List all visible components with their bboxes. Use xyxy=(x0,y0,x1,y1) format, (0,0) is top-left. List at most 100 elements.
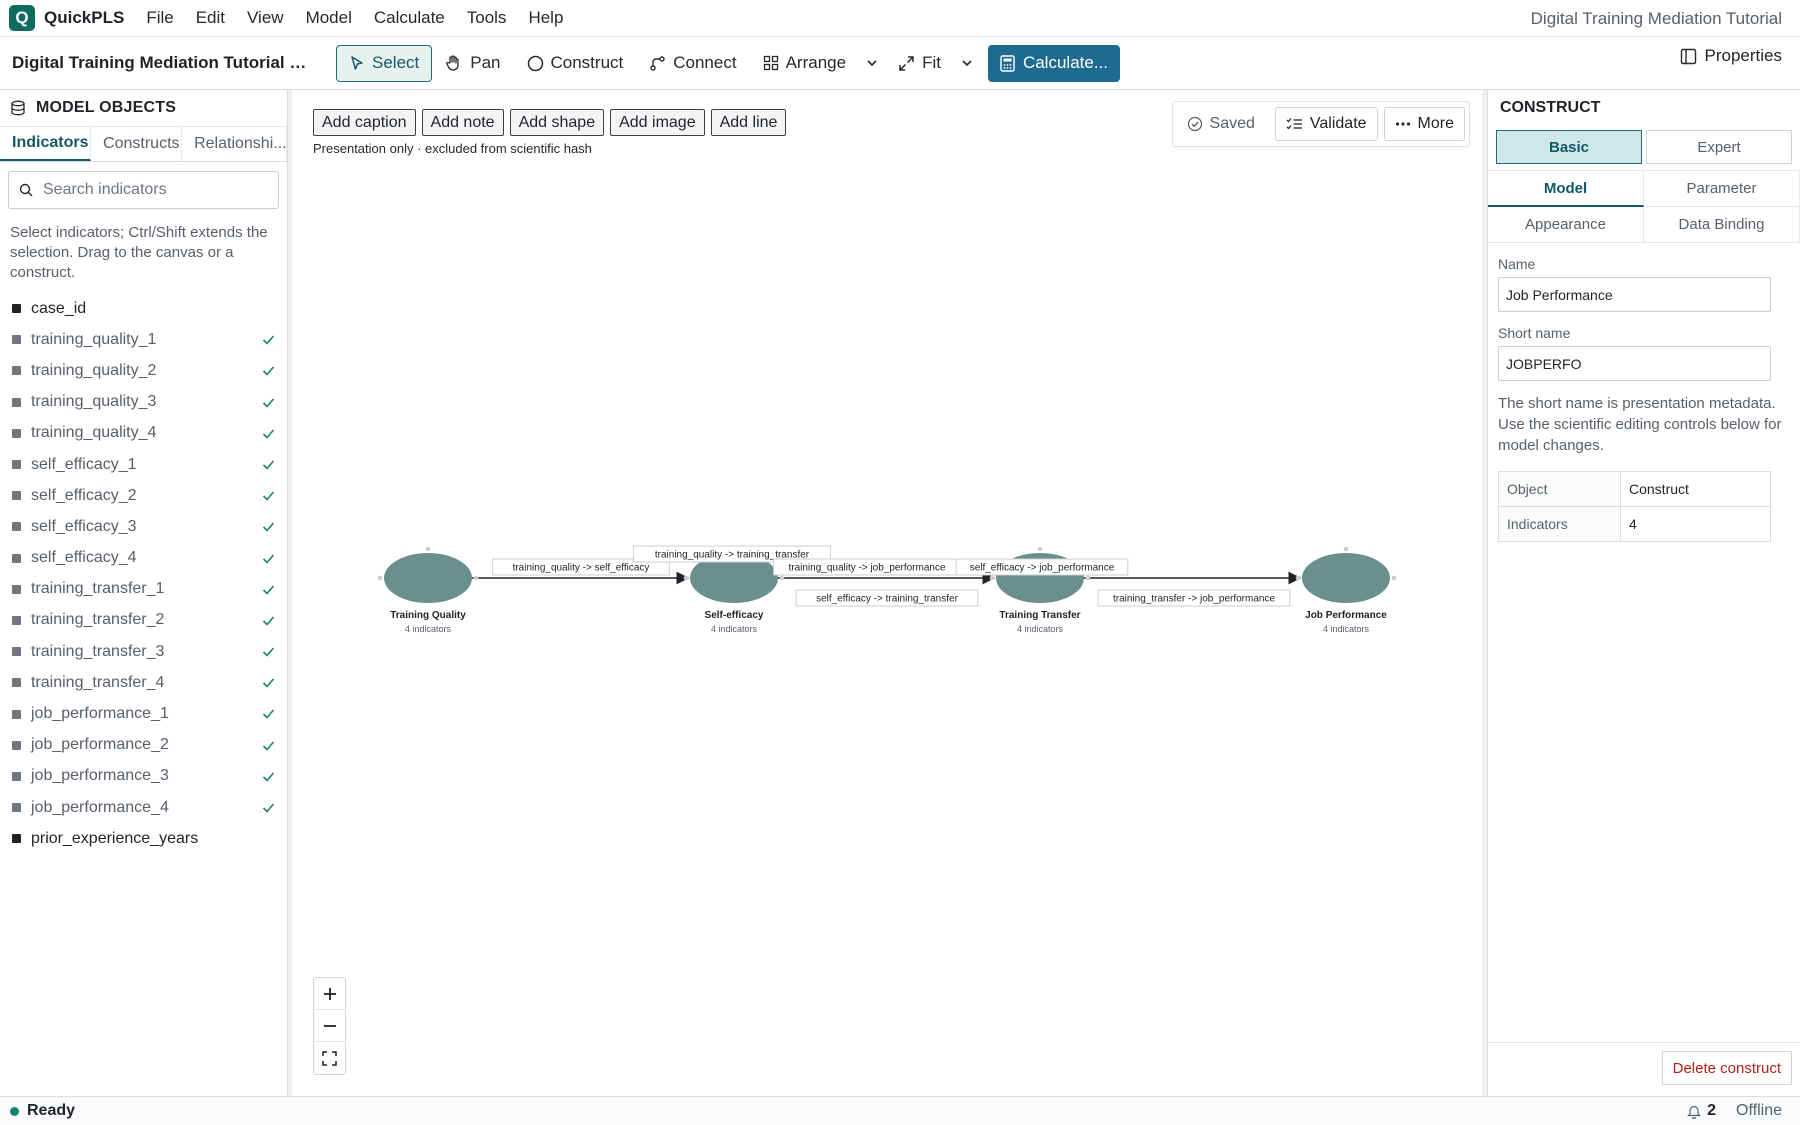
zoom-out-button[interactable] xyxy=(314,1010,345,1042)
indicator-item[interactable]: training_quality_3 xyxy=(0,387,287,418)
indicator-item[interactable]: training_transfer_3 xyxy=(0,636,287,667)
decoration-toolbar: Add caption Add note Add shape Add image… xyxy=(313,109,792,136)
menu-model[interactable]: Model xyxy=(306,8,352,28)
basic-mode-button[interactable]: Basic xyxy=(1496,130,1642,164)
menu-file[interactable]: File xyxy=(146,8,173,28)
expert-mode-button[interactable]: Expert xyxy=(1646,130,1792,164)
construct-ellipse[interactable] xyxy=(1302,553,1390,603)
path-label[interactable]: self_efficacy -> job_performance xyxy=(955,558,1129,576)
fit-dropdown-button[interactable] xyxy=(954,45,980,82)
zoom-in-button[interactable] xyxy=(314,978,345,1010)
construct-node[interactable]: Self-efficacy 4 indicators xyxy=(683,546,785,634)
construct-ellipse[interactable] xyxy=(996,553,1084,603)
construct-ellipse[interactable] xyxy=(384,553,472,603)
pan-tool-button[interactable]: Pan xyxy=(432,45,513,82)
tab-appearance[interactable]: Appearance xyxy=(1488,207,1644,243)
tab-relationships[interactable]: Relationshi... xyxy=(182,127,287,161)
indicator-item[interactable]: job_performance_3 xyxy=(0,761,287,792)
calculate-label: Calculate... xyxy=(1022,53,1108,72)
tab-data-binding[interactable]: Data Binding xyxy=(1644,207,1800,243)
indicator-item[interactable]: self_efficacy_2 xyxy=(0,480,287,511)
construct-ellipse[interactable] xyxy=(690,553,778,603)
path-label[interactable]: training_transfer -> job_performance xyxy=(1097,589,1291,607)
table-row: Indicators 4 xyxy=(1498,506,1771,542)
indicator-item[interactable]: training_quality_2 xyxy=(0,355,287,386)
indicator-item[interactable]: training_transfer_4 xyxy=(0,667,287,698)
path-label[interactable]: training_quality -> self_efficacy xyxy=(492,558,670,576)
indicator-item[interactable]: training_quality_4 xyxy=(0,418,287,449)
tab-constructs[interactable]: Constructs xyxy=(91,127,183,161)
bell-icon[interactable] xyxy=(1687,1104,1702,1119)
properties-title: CONSTRUCT xyxy=(1500,99,1601,116)
construct-tool-button[interactable]: Construct xyxy=(514,45,637,82)
add-image-button[interactable]: Add image xyxy=(610,109,705,136)
menu-edit[interactable]: Edit xyxy=(196,8,225,28)
add-caption-button[interactable]: Add caption xyxy=(313,109,416,136)
indicator-item[interactable]: training_transfer_2 xyxy=(0,605,287,636)
add-line-button[interactable]: Add line xyxy=(710,109,787,136)
connection-handle[interactable] xyxy=(989,575,995,581)
indicator-item[interactable]: prior_experience_years xyxy=(0,823,287,854)
path-label[interactable]: training_quality -> job_performance xyxy=(773,558,961,576)
construct-node[interactable]: Training Quality 4 indicators xyxy=(377,546,479,634)
tab-indicators[interactable]: Indicators xyxy=(0,127,92,161)
connection-handle[interactable] xyxy=(1037,546,1043,552)
connection-handle[interactable] xyxy=(425,546,431,552)
indicator-item[interactable]: training_transfer_1 xyxy=(0,574,287,605)
connection-handle[interactable] xyxy=(1085,575,1091,581)
tab-model[interactable]: Model xyxy=(1488,171,1644,207)
path-label-text: self_efficacy -> job_performance xyxy=(970,563,1115,574)
construct-node[interactable]: Job Performance 4 indicators xyxy=(1295,546,1397,634)
canvas-actions: Saved Validate More xyxy=(1171,101,1470,147)
model-canvas[interactable]: Add caption Add note Add shape Add image… xyxy=(292,90,1482,1096)
indicator-square-icon xyxy=(12,553,21,563)
connection-handle[interactable] xyxy=(1295,575,1301,581)
fit-button[interactable]: Fit xyxy=(885,45,954,82)
connection-handle[interactable] xyxy=(1343,546,1349,552)
add-note-button[interactable]: Add note xyxy=(421,109,504,136)
status-dot xyxy=(10,1106,19,1116)
more-button[interactable]: More xyxy=(1383,107,1465,141)
indicator-item[interactable]: self_efficacy_1 xyxy=(0,449,287,480)
connection-handle[interactable] xyxy=(683,575,689,581)
arrange-button[interactable]: Arrange xyxy=(750,45,859,82)
menu-calculate[interactable]: Calculate xyxy=(374,8,445,28)
menu-tools[interactable]: Tools xyxy=(467,8,507,28)
menu-help[interactable]: Help xyxy=(528,8,563,28)
indicator-item[interactable]: self_efficacy_4 xyxy=(0,543,287,574)
connection-handle[interactable] xyxy=(1391,575,1397,581)
connection-handle[interactable] xyxy=(779,575,785,581)
select-tool-button[interactable]: Select xyxy=(336,44,433,82)
calculate-button[interactable]: Calculate... xyxy=(987,44,1120,82)
short-name-input[interactable] xyxy=(1498,346,1771,381)
indicator-item[interactable]: job_performance_1 xyxy=(0,698,287,729)
connect-tool-button[interactable]: Connect xyxy=(636,45,749,82)
indicator-item[interactable]: case_id xyxy=(0,293,287,324)
path-label[interactable]: self_efficacy -> training_transfer xyxy=(795,589,979,607)
tab-parameter[interactable]: Parameter xyxy=(1644,171,1800,207)
connection-handle[interactable] xyxy=(731,546,737,552)
menu-view[interactable]: View xyxy=(247,8,284,28)
connection-handle[interactable] xyxy=(377,575,383,581)
properties-button[interactable]: Properties xyxy=(1680,46,1782,66)
delete-construct-button[interactable]: Delete construct xyxy=(1661,1051,1792,1085)
indicator-square-icon xyxy=(12,803,21,813)
path-diagram[interactable]: Training Quality4 indicators Self-efficac… xyxy=(292,90,1482,1096)
search-input[interactable] xyxy=(43,181,263,199)
construct-tool-label: Construct xyxy=(550,53,624,72)
fit-view-button[interactable] xyxy=(314,1042,345,1074)
indicator-item[interactable]: self_efficacy_3 xyxy=(0,511,287,542)
indicator-item[interactable]: job_performance_4 xyxy=(0,792,287,823)
path-label[interactable]: training_quality -> training_transfer xyxy=(633,545,831,563)
arrange-dropdown-button[interactable] xyxy=(859,45,885,82)
check-icon xyxy=(262,616,275,626)
check-icon xyxy=(262,678,275,688)
indicator-item[interactable]: job_performance_2 xyxy=(0,730,287,761)
validate-button[interactable]: Validate xyxy=(1274,107,1378,141)
construct-node[interactable]: Training Transfer 4 indicators xyxy=(989,546,1091,634)
connection-handle[interactable] xyxy=(473,575,479,581)
add-shape-button[interactable]: Add shape xyxy=(509,109,605,136)
name-input[interactable] xyxy=(1498,277,1771,312)
table-value: Construct xyxy=(1620,471,1771,507)
indicator-item[interactable]: training_quality_1 xyxy=(0,324,287,355)
